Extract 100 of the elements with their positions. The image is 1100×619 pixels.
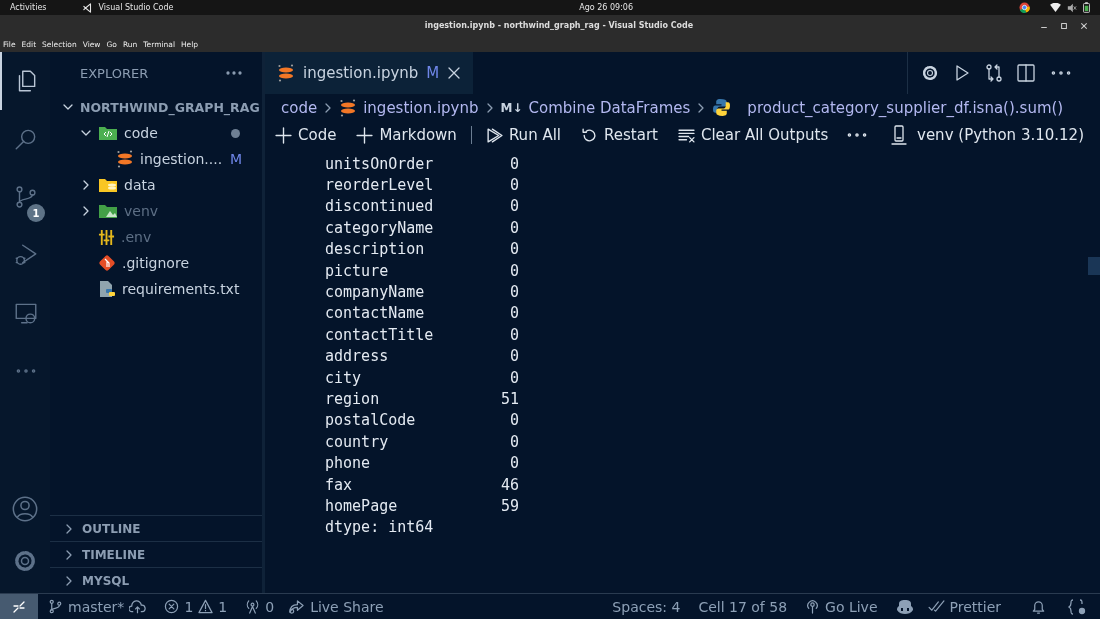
toolbar-button[interactable]: Run All xyxy=(485,126,561,144)
warning-count[interactable]: 1 xyxy=(218,598,228,615)
error-count[interactable]: 1 xyxy=(184,598,194,615)
series-label: companyName xyxy=(325,283,426,302)
ports-count[interactable]: 0 xyxy=(265,598,275,615)
account-icon[interactable] xyxy=(11,495,39,523)
file-name: data xyxy=(124,177,156,193)
kernel-picker[interactable]: venv (Python 3.10.12) xyxy=(917,126,1084,144)
series-label: postalCode xyxy=(325,411,417,430)
close-icon[interactable] xyxy=(1080,21,1088,30)
series-label: homePage xyxy=(325,496,399,515)
compare-changes-icon[interactable] xyxy=(984,63,1004,83)
file-name: .gitignore xyxy=(122,255,189,271)
file-name: ingestion.... xyxy=(140,151,223,167)
activities-button[interactable]: Activities xyxy=(10,3,47,12)
toolbar-button[interactable]: Restart xyxy=(581,126,658,144)
browser-icon[interactable] xyxy=(1019,2,1030,13)
braces-icon[interactable] xyxy=(1068,598,1086,615)
editor-tab[interactable]: ingestion.ipynb M xyxy=(265,52,474,94)
breadcrumb[interactable]: code xyxy=(281,98,318,117)
close-icon[interactable] xyxy=(447,66,462,80)
series-value: 46 xyxy=(499,475,519,494)
restart-icon xyxy=(581,126,598,144)
live-share-button[interactable]: Live Share xyxy=(310,598,384,615)
breadcrumb[interactable]: Combine DataFrames xyxy=(528,98,691,117)
battery-icon[interactable] xyxy=(1083,2,1090,13)
toolbar-button[interactable]: Code xyxy=(275,126,337,144)
live-share-icon xyxy=(288,599,306,614)
tree-item[interactable]: ingestion.... M xyxy=(50,146,262,172)
file-name: .env xyxy=(121,229,152,245)
wifi-icon[interactable] xyxy=(1050,3,1061,12)
indentation-status[interactable]: Spaces: 4 xyxy=(612,598,681,615)
panel-header[interactable]: OUTLINE xyxy=(82,521,141,536)
breadcrumb[interactable]: ingestion.ipynb xyxy=(363,98,479,117)
go-live-button[interactable]: Go Live xyxy=(825,598,878,615)
clock[interactable]: Ago 26 09:06 xyxy=(579,3,633,12)
series-value: 0 xyxy=(508,240,519,259)
sidebar-title: EXPLORER xyxy=(80,65,150,81)
bell-icon[interactable] xyxy=(1031,599,1046,614)
series-value: 0 xyxy=(508,325,519,344)
window-title: ingestion.ipynb - northwind_graph_rag - Visual Studio Code xyxy=(423,21,695,30)
series-label: description xyxy=(325,240,426,259)
scrollbar-thumb[interactable] xyxy=(1088,257,1100,275)
app-icon xyxy=(82,2,93,13)
series-value: 0 xyxy=(508,411,519,430)
series-label: reorderLevel xyxy=(325,176,435,195)
series-value: 0 xyxy=(508,218,519,237)
sync-icon[interactable] xyxy=(129,599,147,614)
code-folder-icon xyxy=(98,125,118,141)
series-value: 0 xyxy=(508,454,519,473)
run-debug-icon[interactable] xyxy=(13,242,39,268)
series-label: contactName xyxy=(325,304,426,323)
toolbar-button[interactable]: Markdown xyxy=(356,126,457,144)
file-name: venv xyxy=(124,203,159,219)
branch-icon xyxy=(48,599,63,614)
tree-item[interactable]: data xyxy=(50,172,262,198)
series-value: 0 xyxy=(508,368,519,387)
source-control-icon[interactable] xyxy=(13,184,39,210)
error-icon xyxy=(164,599,180,614)
tree-item[interactable]: .gitignore xyxy=(50,250,262,276)
series-label: unitsOnOrder xyxy=(325,154,435,173)
tree-item[interactable]: NORTHWIND_GRAPH_RAG xyxy=(50,94,262,120)
panel-header[interactable]: MYSQL xyxy=(82,573,130,588)
series-label: region xyxy=(325,390,381,408)
more-actions-icon[interactable] xyxy=(226,71,242,75)
toolbar-button[interactable]: Clear All Outputs xyxy=(677,126,829,144)
warning-icon xyxy=(198,599,214,614)
modified-status: M xyxy=(229,151,242,167)
speaker-icon[interactable] xyxy=(1067,2,1077,13)
sliders-icon xyxy=(98,228,115,246)
plus-icon xyxy=(356,126,374,144)
split-editor-icon[interactable] xyxy=(1016,63,1036,83)
tree-item[interactable]: .env xyxy=(50,224,262,250)
python-icon xyxy=(712,98,732,117)
tree-item[interactable]: venv xyxy=(50,198,262,224)
markdown-icon: M↓ xyxy=(500,100,523,115)
series-value: 0 xyxy=(508,176,519,195)
restore-icon[interactable] xyxy=(1060,21,1068,30)
tree-item[interactable]: requirements.txt xyxy=(50,276,262,302)
branch-name[interactable]: master* xyxy=(68,598,125,615)
series-label: country xyxy=(325,432,390,451)
series-label: fax xyxy=(325,475,354,494)
remote-icon xyxy=(12,599,26,614)
panel-header[interactable]: TIMELINE xyxy=(82,547,146,562)
clear-icon xyxy=(677,126,695,144)
double-check-icon xyxy=(927,600,945,613)
prettier-status[interactable]: Prettier xyxy=(949,598,1001,615)
breadcrumb[interactable]: product_category_supplier_df.isna().sum() xyxy=(747,98,1064,117)
file-name: requirements.txt xyxy=(122,281,240,297)
app-name: Visual Studio Code xyxy=(98,3,174,12)
series-label: city xyxy=(325,368,363,387)
series-label: phone xyxy=(325,454,372,473)
plus-icon xyxy=(275,126,292,144)
cell-position[interactable]: Cell 17 of 58 xyxy=(698,598,788,615)
file-name: code xyxy=(124,125,158,141)
count-badge: 1 xyxy=(27,204,45,222)
tree-item[interactable]: code xyxy=(50,120,262,146)
notebook-icon xyxy=(277,64,295,82)
remote-button[interactable] xyxy=(0,594,38,619)
series-value: 59 xyxy=(499,496,519,515)
